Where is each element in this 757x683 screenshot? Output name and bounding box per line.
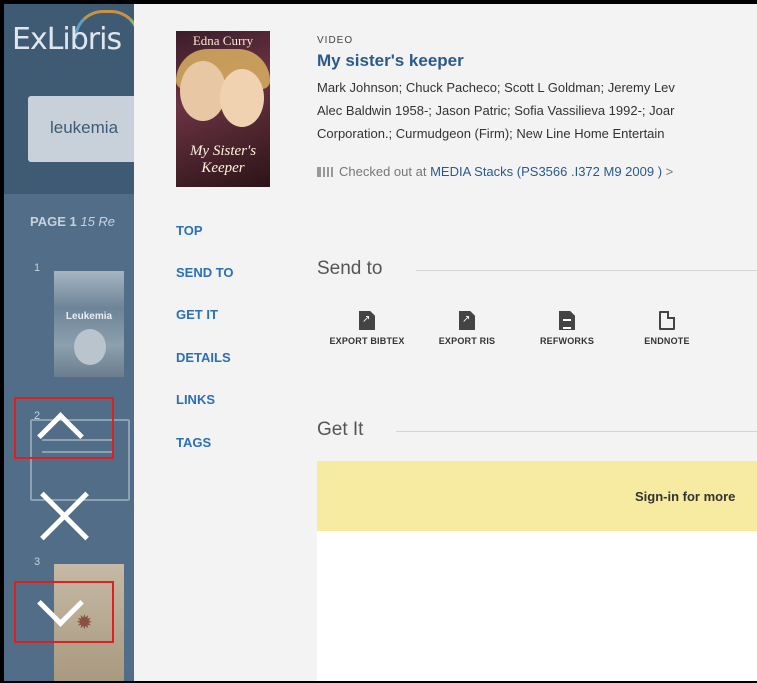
previous-record-button[interactable] [14,397,114,459]
export-label: EXPORT RIS [438,336,496,346]
exlibris-logo: ExLibris [12,22,122,57]
export-file-icon [359,311,375,330]
get-it-content [317,531,757,681]
result-thumbnail[interactable]: Leukemia [54,271,124,377]
search-input[interactable]: leukemia [28,96,134,162]
chevron-right-icon: > [665,164,674,179]
thumbnail-image [74,329,106,365]
result-number: 3 [34,556,41,568]
availability-text: Checked out at [339,164,427,179]
record-title[interactable]: My sister's keeper [317,51,464,71]
endnote-button[interactable]: ENDNOTE [617,311,717,346]
contributors-line: Mark Johnson; Chuck Pacheco; Scott L Gol… [317,80,675,95]
chevron-down-icon [37,580,84,627]
section-link-top[interactable]: TOP [176,223,203,238]
section-link-tags[interactable]: TAGS [176,435,211,450]
get-it-heading: Get It [317,419,364,440]
section-divider [396,431,757,432]
chevron-up-icon [37,412,84,459]
cover-title: My Sister's Keeper [189,143,257,176]
section-link-send-to[interactable]: SEND TO [176,265,234,280]
export-ris-button[interactable]: EXPORT RIS [417,311,517,346]
cover-art [220,69,264,127]
full-record-panel: Edna Curry My Sister's Keeper VIDEO My s… [134,4,757,681]
export-file-icon [459,311,475,330]
results-panel: ExLibris leukemia PAGE 1 15 Re 1 Leukemi… [4,4,134,681]
cover-art [180,61,226,121]
signin-banner[interactable]: Sign-in for more [317,461,757,531]
app-frame: ExLibris leukemia PAGE 1 15 Re 1 Leukemi… [4,4,757,681]
search-query-text: leukemia [50,118,119,137]
resource-type: VIDEO [317,35,354,46]
section-divider [416,270,757,271]
section-link-details[interactable]: DETAILS [176,350,231,365]
contributors-line: Alec Baldwin 1958-; Jason Patric; Sofia … [317,103,675,118]
results-count: 15 Re [80,214,116,229]
send-to-heading: Send to [317,258,383,279]
close-icon[interactable] [36,488,92,544]
document-outline-icon [659,311,675,330]
export-label: ENDNOTE [644,336,690,346]
contributors-line: Corporation.; Curmudgeon (Firm); New Lin… [317,126,665,141]
export-bibtex-button[interactable]: EXPORT BIBTEX [317,311,417,346]
cover-image[interactable]: Edna Curry My Sister's Keeper [176,31,270,187]
export-label: REFWORKS [539,336,595,346]
availability-location[interactable]: MEDIA Stacks (PS3566 .I372 M9 2009 ) [430,164,662,179]
section-link-get-it[interactable]: GET IT [176,307,218,322]
shelf-icon [317,167,333,177]
next-record-button[interactable] [14,580,114,643]
thumbnail-title: Leukemia [65,311,113,322]
page-indicator: PAGE 1 15 Re [30,214,115,229]
cover-author: Edna Curry [192,33,254,48]
signin-text[interactable]: Sign-in for more [635,489,735,504]
section-link-links[interactable]: LINKS [176,392,215,407]
result-number: 1 [34,262,41,274]
export-label: EXPORT BIBTEX [329,336,405,346]
document-lines-icon [559,311,575,330]
availability-status[interactable]: Checked out at MEDIA Stacks (PS3566 .I37… [317,164,673,179]
refworks-button[interactable]: REFWORKS [517,311,617,346]
page-number: PAGE 1 [30,214,77,229]
